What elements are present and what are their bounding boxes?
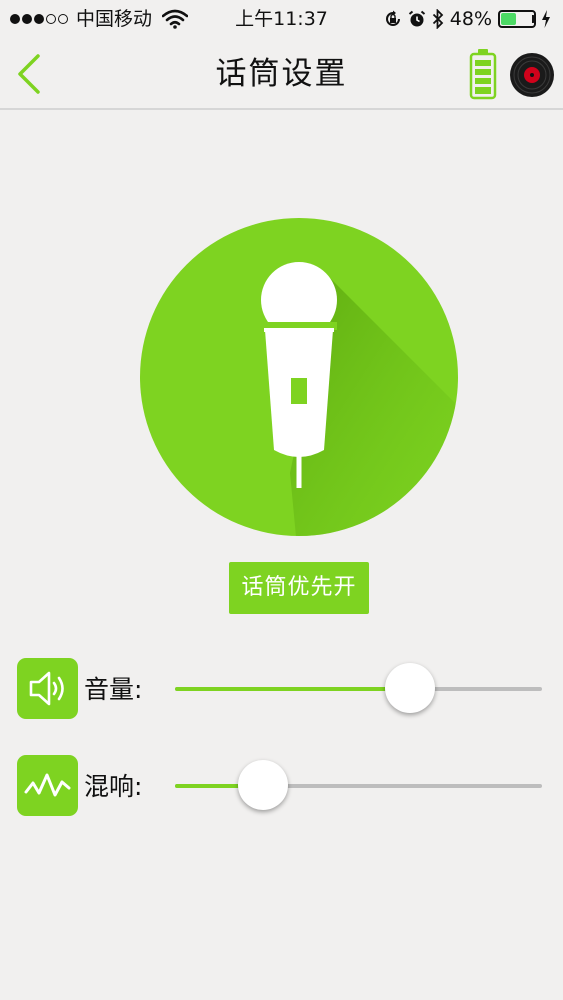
battery-percent: 48%: [449, 8, 492, 30]
reverb-slider-thumb[interactable]: [238, 760, 289, 810]
signal-dot: [58, 14, 68, 24]
reverb-row: 混响:: [0, 755, 563, 817]
signal-dot: [22, 14, 32, 24]
signal-strength-icon: [10, 14, 68, 24]
rotation-lock-icon: [385, 10, 400, 26]
status-right: 48%: [384, 0, 551, 38]
wifi-icon: [162, 9, 189, 29]
volume-label: 音量:: [84, 675, 143, 704]
nav-bar: 话筒设置: [0, 38, 563, 110]
carrier-name: 中国移动: [76, 8, 153, 30]
status-left: 中国移动: [10, 0, 189, 38]
vinyl-disc-icon[interactable]: [509, 52, 555, 98]
reverb-icon-box: [17, 755, 78, 816]
reverb-label: 混响:: [84, 772, 143, 801]
battery-icon[interactable]: [469, 48, 497, 100]
signal-dot: [10, 14, 20, 24]
reverb-slider[interactable]: [175, 760, 542, 810]
signal-dot: [46, 14, 56, 24]
volume-slider[interactable]: [175, 663, 542, 713]
volume-slider-thumb[interactable]: [384, 663, 435, 713]
status-bar: 中国移动 上午11:37 48%: [0, 0, 563, 38]
waveform-icon: [24, 773, 71, 797]
mic-priority-button[interactable]: 话筒优先开: [229, 562, 369, 614]
charging-bolt-icon: [542, 10, 550, 28]
signal-dot: [34, 14, 44, 24]
microphone-icon: [140, 218, 458, 536]
status-battery-icon: [498, 10, 536, 28]
bluetooth-icon: [432, 9, 444, 29]
alarm-icon: [408, 10, 425, 27]
speaker-icon: [29, 671, 64, 706]
volume-row: 音量:: [0, 658, 563, 720]
volume-slider-fill: [175, 687, 410, 691]
volume-icon-box: [17, 658, 78, 719]
